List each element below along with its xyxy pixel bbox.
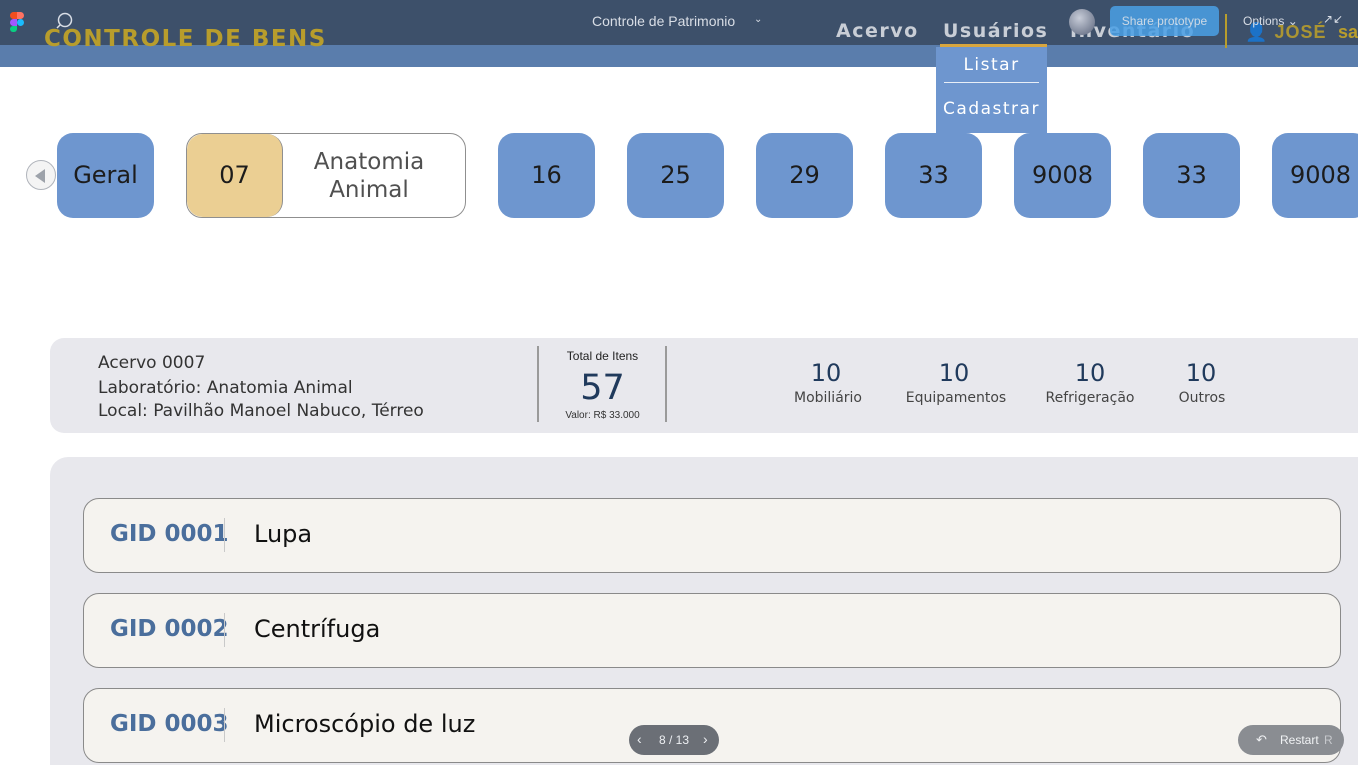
item-divider [224, 518, 225, 552]
label-outros: Outros [1178, 390, 1226, 406]
tile-33-b[interactable]: 33 [1143, 133, 1240, 218]
tile-geral[interactable]: Geral [57, 133, 154, 218]
figma-logo-icon[interactable] [10, 12, 24, 32]
dropdown-item-listar[interactable]: Listar [936, 55, 1047, 75]
tile-16[interactable]: 16 [498, 133, 595, 218]
acervo-code: Acervo 0007 [98, 353, 206, 373]
tile-selected[interactable]: 07 Anatomia Animal [186, 133, 466, 218]
expand-icon[interactable]: ↗↙ [1323, 12, 1343, 26]
header-divider [1225, 14, 1227, 48]
selected-tile-name: Anatomia Animal [287, 148, 451, 204]
list-item[interactable]: GID 0002 Centrífuga [83, 593, 1341, 668]
nav-usuarios[interactable]: Usuários [943, 20, 1048, 42]
selected-tile-name-line1: Anatomia [313, 149, 425, 175]
item-name: Microscópio de luz [254, 710, 476, 738]
label-mobiliario: Mobiliário [794, 390, 862, 406]
item-name: Centrífuga [254, 615, 381, 643]
item-gid: GID 0003 [110, 711, 229, 737]
dropdown-item-cadastrar[interactable]: Cadastrar [936, 99, 1047, 119]
chevron-right-icon[interactable]: › [703, 731, 708, 747]
label-refrigeracao: Refrigeração [1045, 390, 1135, 406]
nav-acervo[interactable]: Acervo [836, 20, 919, 42]
tile-9008-b[interactable]: 9008 [1272, 133, 1358, 218]
count-outros: 10 [1185, 359, 1217, 387]
restart-shortcut: R [1324, 733, 1333, 747]
item-divider [224, 613, 225, 647]
tile-9008[interactable]: 9008 [1014, 133, 1111, 218]
tile-29[interactable]: 29 [756, 133, 853, 218]
total-valor: Valor: R$ 33.000 [565, 410, 640, 421]
total-divider-right [665, 346, 667, 422]
dropdown-divider [944, 82, 1039, 83]
laboratorio-text: Laboratório: Anatomia Animal [98, 378, 353, 398]
item-gid: GID 0002 [110, 616, 229, 642]
selected-tile-name-line2: Animal [329, 177, 409, 203]
total-divider-left [537, 346, 539, 422]
options-menu[interactable]: Options ⌄ [1243, 14, 1298, 28]
avatar[interactable] [1069, 9, 1095, 35]
total-value: 57 [580, 368, 625, 408]
local-text: Local: Pavilhão Manoel Nabuco, Térreo [98, 401, 424, 421]
label-equipamentos: Equipamentos [905, 390, 1007, 406]
total-label: Total de Itens [566, 349, 639, 363]
usuarios-dropdown: Listar Cadastrar [936, 47, 1047, 133]
file-title[interactable]: Controle de Patrimonio [592, 13, 735, 29]
item-name: Lupa [254, 520, 313, 548]
selected-tile-number: 07 [187, 134, 283, 217]
item-divider [224, 708, 225, 742]
count-equipamentos: 10 [938, 359, 970, 387]
back-arrow-icon[interactable] [26, 160, 56, 190]
count-mobiliario: 10 [810, 359, 842, 387]
prototype-stage: CONTROLE DE BENS Controle de Patrimonio … [0, 0, 1358, 765]
share-prototype-button[interactable]: Share prototype [1110, 6, 1219, 36]
restart-button[interactable]: ↶ Restart R [1238, 725, 1344, 755]
frame-pager: ‹ 8 / 13 › [629, 725, 719, 755]
list-item[interactable]: GID 0001 Lupa [83, 498, 1341, 573]
chevron-down-icon[interactable]: ⌄ [754, 14, 762, 25]
app-title: CONTROLE DE BENS [44, 26, 327, 52]
restart-icon: ↶ [1256, 732, 1267, 747]
restart-label: Restart [1280, 733, 1319, 747]
item-gid: GID 0001 [110, 521, 229, 547]
options-label: Options [1243, 14, 1285, 28]
tile-33[interactable]: 33 [885, 133, 982, 218]
tile-25[interactable]: 25 [627, 133, 724, 218]
